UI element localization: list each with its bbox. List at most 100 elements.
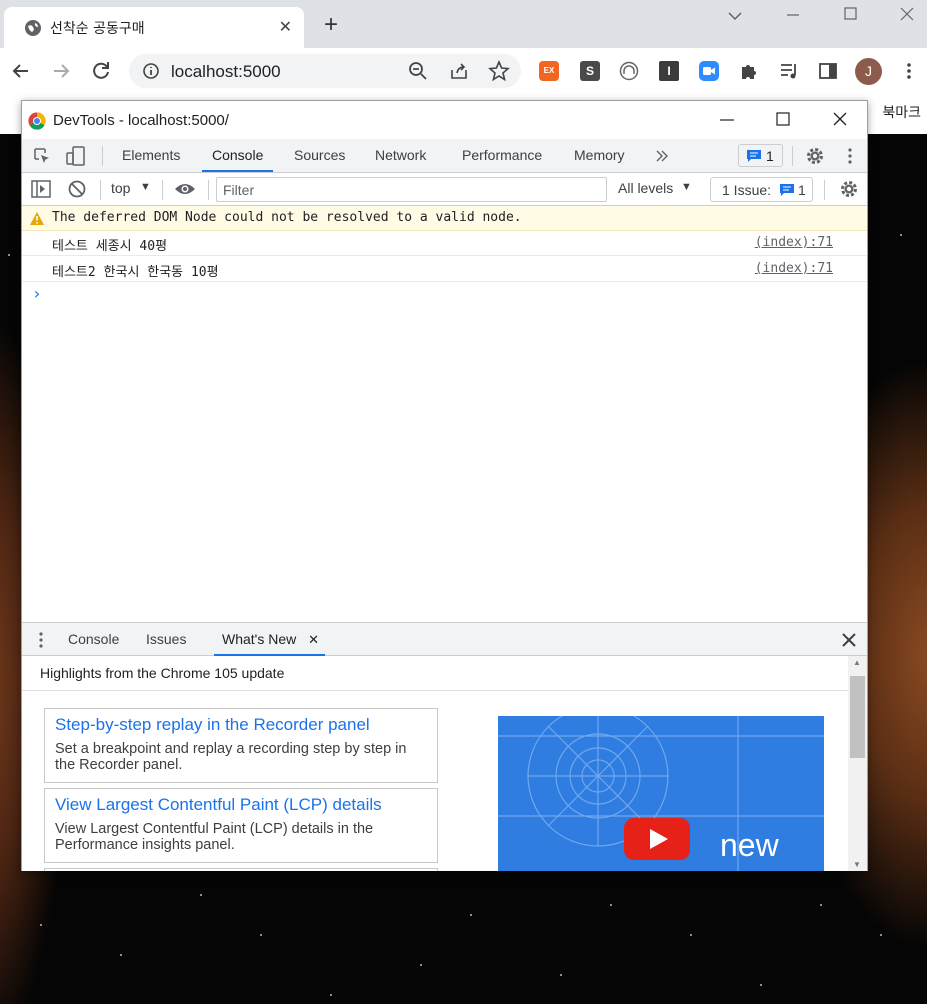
context-dropdown-icon[interactable]: ▼ — [140, 181, 151, 193]
card-title-link[interactable]: View Largest Contentful Paint (LCP) deta… — [55, 795, 382, 815]
address-bar[interactable]: localhost:5000 — [129, 54, 521, 88]
log-source-link[interactable]: (index):71 — [755, 261, 833, 276]
card-description: Set a breakpoint and replay a recording … — [55, 741, 407, 773]
reload-icon[interactable] — [88, 58, 114, 84]
tab-title: 선착순 공동구매 — [50, 21, 145, 37]
extension-ex-icon[interactable]: EX — [539, 61, 559, 81]
drawer-menu-icon[interactable] — [36, 632, 46, 648]
console-log-row[interactable]: 테스트2 한국시 한국동 10평 (index):71 — [22, 257, 867, 282]
share-icon[interactable] — [449, 61, 469, 81]
browser-tabstrip: 선착순 공동구매 ✕ + — [0, 0, 927, 48]
info-icon[interactable] — [142, 62, 160, 80]
card-description: View Largest Contentful Paint (LCP) deta… — [55, 821, 374, 853]
zoom-video-icon[interactable] — [699, 61, 719, 81]
close-drawer-icon[interactable] — [842, 633, 856, 647]
whats-new-header: Highlights from the Chrome 105 update — [22, 656, 848, 691]
tab-network[interactable]: Network — [375, 139, 426, 172]
close-window-icon[interactable] — [887, 4, 927, 28]
tab-search-icon[interactable] — [715, 4, 755, 28]
tab-sources[interactable]: Sources — [294, 139, 345, 172]
log-source-link[interactable]: (index):71 — [755, 235, 833, 250]
extension-i-icon[interactable]: I — [659, 61, 679, 81]
whats-new-panel: Highlights from the Chrome 105 update St… — [22, 656, 867, 871]
bookmark-star-icon[interactable] — [488, 60, 510, 82]
zoom-icon[interactable] — [408, 61, 428, 81]
levels-dropdown-icon[interactable]: ▼ — [681, 181, 692, 193]
filter-input[interactable]: Filter — [216, 177, 607, 202]
live-expression-eye-icon[interactable] — [174, 181, 196, 197]
media-control-icon[interactable] — [779, 61, 799, 81]
warning-text: The deferred DOM Node could not be resol… — [52, 210, 522, 225]
tab-performance[interactable]: Performance — [462, 139, 542, 172]
maximize-icon[interactable] — [830, 4, 870, 28]
more-menu-icon[interactable] — [899, 61, 919, 81]
devtools-close-icon[interactable] — [825, 108, 855, 132]
log-levels-dropdown[interactable]: All levels — [618, 180, 673, 196]
video-artwork: new — [498, 716, 824, 871]
drawer-tabs: Console Issues What's New ✕ — [22, 622, 867, 656]
more-tabs-chevron-icon[interactable] — [655, 149, 669, 163]
context-selector[interactable]: top — [111, 180, 130, 196]
devtools-minimize-icon[interactable] — [712, 108, 742, 132]
devtools-window-title: DevTools - localhost:5000/ — [53, 112, 229, 129]
message-icon — [747, 150, 761, 162]
drawer-tab-issues[interactable]: Issues — [146, 623, 186, 656]
bookmarks-label[interactable]: 북마크 — [882, 102, 921, 122]
whats-new-heading: Highlights from the Chrome 105 update — [40, 665, 285, 681]
whats-new-card[interactable]: Step-by-step replay in the Recorder pane… — [44, 708, 438, 783]
filter-placeholder: Filter — [223, 182, 255, 198]
extensions-puzzle-icon[interactable] — [739, 61, 759, 81]
minimize-icon[interactable] — [773, 4, 813, 28]
tab-elements[interactable]: Elements — [122, 139, 180, 172]
messages-count: 1 — [766, 148, 774, 164]
issues-label: 1 Issue: — [722, 182, 772, 198]
inspect-element-icon[interactable] — [33, 147, 51, 165]
issues-button[interactable]: 1 Issue: 1 — [710, 177, 813, 202]
devtools-maximize-icon[interactable] — [768, 108, 798, 132]
settings-gear-icon[interactable] — [805, 146, 825, 166]
drawer-tab-console[interactable]: Console — [68, 623, 119, 656]
tab-memory[interactable]: Memory — [574, 139, 625, 172]
side-panel-icon[interactable] — [818, 61, 838, 81]
console-output[interactable]: The deferred DOM Node could not be resol… — [22, 206, 867, 622]
scroll-up-icon[interactable]: ▲ — [853, 658, 861, 667]
whats-new-scrollbar[interactable]: ▲ ▼ — [848, 656, 867, 871]
clear-console-icon[interactable] — [68, 180, 86, 198]
console-prompt-chevron-icon[interactable]: › — [32, 284, 42, 303]
scrollbar-thumb[interactable] — [850, 676, 865, 758]
forward-arrow-icon[interactable] — [48, 58, 74, 84]
back-arrow-icon[interactable] — [8, 58, 34, 84]
console-settings-gear-icon[interactable] — [839, 179, 859, 199]
close-tab-icon[interactable]: ✕ — [279, 17, 292, 37]
devtools-menu-icon[interactable] — [840, 146, 860, 166]
new-tab-button[interactable]: + — [318, 12, 344, 38]
extension-headphones-icon[interactable] — [619, 61, 639, 81]
whats-new-card[interactable]: View Largest Contentful Paint (LCP) deta… — [44, 788, 438, 863]
browser-tab[interactable]: 선착순 공동구매 ✕ — [4, 7, 304, 48]
video-caption: new — [720, 827, 780, 863]
video-thumbnail[interactable]: new — [498, 716, 824, 871]
show-sidebar-icon[interactable] — [31, 180, 51, 198]
log-text: 테스트2 한국시 한국동 10평 — [52, 265, 219, 280]
console-warning-row[interactable]: The deferred DOM Node could not be resol… — [22, 206, 867, 231]
log-text: 테스트 세종시 40평 — [52, 239, 168, 254]
devtools-window: DevTools - localhost:5000/ Elements Cons… — [21, 100, 868, 871]
drawer-tab-whats-new[interactable]: What's New ✕ — [214, 623, 325, 656]
devtools-panel-tabs: Elements Console Sources Network Perform… — [22, 139, 867, 173]
tab-console[interactable]: Console — [202, 139, 274, 172]
globe-icon — [25, 20, 41, 36]
chrome-logo-icon — [28, 112, 46, 130]
messages-badge[interactable]: 1 — [738, 144, 783, 167]
console-log-row[interactable]: 테스트 세종시 40평 (index):71 — [22, 231, 867, 256]
issues-count: 1 — [798, 182, 806, 198]
device-toggle-icon[interactable] — [66, 146, 86, 166]
drawer-tab-whats-new-label: What's New — [222, 631, 297, 647]
whats-new-card[interactable] — [44, 868, 438, 871]
scroll-down-icon[interactable]: ▼ — [853, 860, 861, 869]
profile-avatar[interactable]: J — [855, 58, 882, 85]
url-text: localhost:5000 — [171, 62, 281, 81]
extension-s-icon[interactable]: S — [580, 61, 600, 81]
browser-toolbar: localhost:5000 EX S I J — [0, 48, 927, 94]
card-title-link[interactable]: Step-by-step replay in the Recorder pane… — [55, 715, 370, 735]
close-whats-new-icon[interactable]: ✕ — [308, 623, 319, 656]
